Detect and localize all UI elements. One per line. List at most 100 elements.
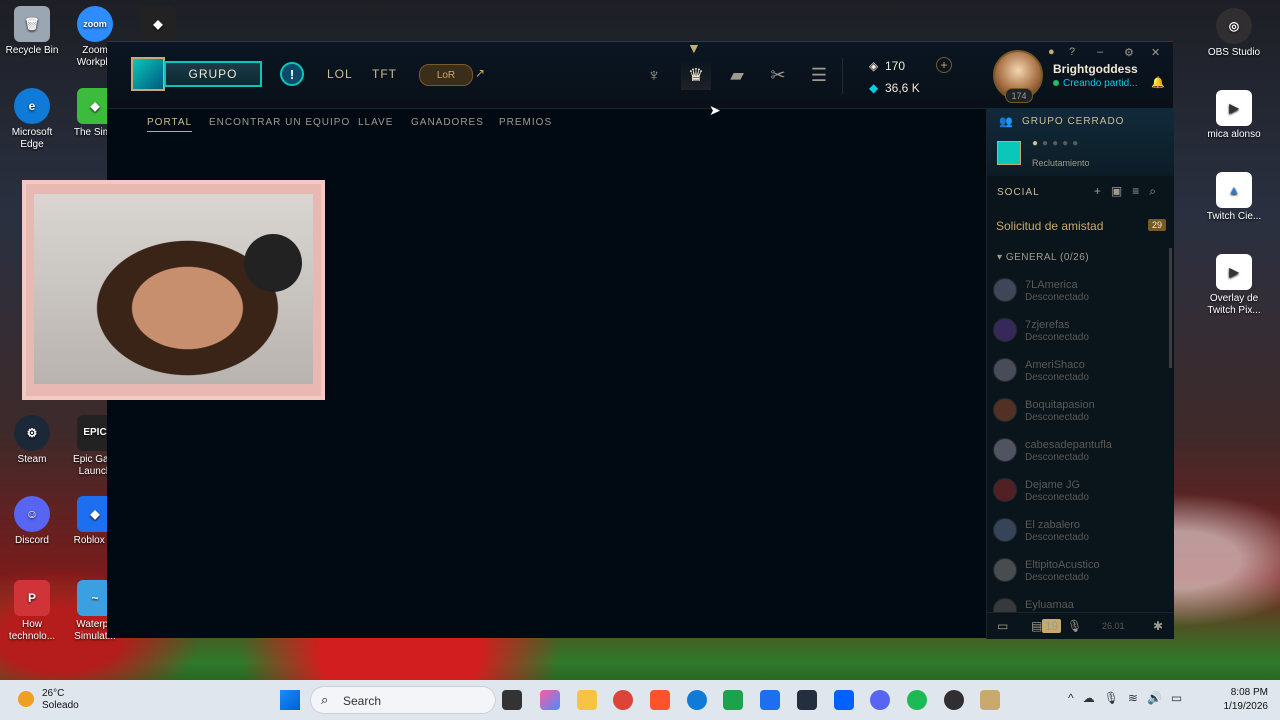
game-pass-icon[interactable]: [723, 690, 743, 710]
chrome-icon[interactable]: [613, 690, 633, 710]
subnav-find-team[interactable]: ENCONTRAR UN EQUIPO: [209, 117, 350, 128]
task-view-icon[interactable]: [502, 690, 522, 710]
friend-row[interactable]: El zabalero Desconectado: [993, 518, 1163, 558]
external-link-icon[interactable]: ↗: [475, 66, 485, 80]
chat-icon[interactable]: ▭: [997, 619, 1008, 633]
friend-name: 7zjerefas: [1025, 319, 1070, 331]
add-folder-icon[interactable]: ▣: [1111, 184, 1132, 198]
clash-icon[interactable]: ♛: [681, 60, 711, 90]
group-button[interactable]: GRUPO: [164, 61, 262, 87]
nav-tft[interactable]: TFT: [372, 67, 397, 81]
edge-desktop-icon[interactable]: e Microsoft Edge: [0, 88, 64, 151]
general-folder[interactable]: ▾ GENERAL (0/26): [997, 252, 1089, 263]
brave-icon[interactable]: [650, 690, 670, 710]
subnav-winners[interactable]: GANADORES: [411, 117, 484, 128]
discord-icon[interactable]: [870, 690, 890, 710]
friend-row[interactable]: 7zjerefas Desconectado: [993, 318, 1163, 358]
buy-rp-button[interactable]: +: [936, 57, 952, 73]
amazon-icon[interactable]: [797, 690, 817, 710]
friend-name: El zabalero: [1025, 519, 1081, 531]
cloud-icon[interactable]: ☁: [1083, 691, 1104, 705]
collection-icon[interactable]: ▰: [722, 60, 752, 90]
settings-icon[interactable]: ✱: [1153, 619, 1163, 633]
minimize-button[interactable]: –: [1097, 46, 1103, 58]
desktop-icon-label: Recycle Bin: [5, 45, 59, 56]
friend-row[interactable]: cabesadepantufla Desconectado: [993, 438, 1163, 478]
wifi-icon[interactable]: ≋: [1128, 691, 1147, 705]
voice-icon[interactable]: 🎙: [1067, 619, 1082, 633]
edge-icon[interactable]: [687, 690, 707, 710]
clock[interactable]: 8:08 PM 1/19/2026: [1224, 686, 1269, 714]
closed-group-card[interactable]: 👥 GRUPO CERRADO ●●●●● Reclutamiento: [987, 108, 1174, 176]
desktop-icon-label: How technolo...: [8, 619, 56, 642]
file-explorer-icon[interactable]: [577, 690, 597, 710]
social-actions: +▣≡⌕: [1094, 184, 1166, 199]
steam-icon: ⚙: [14, 415, 50, 451]
system-tray: ^☁🎙≋🔊▭: [1068, 691, 1191, 705]
chevron-up-icon[interactable]: ^: [1068, 691, 1083, 705]
subnav-portal[interactable]: PORTAL: [147, 117, 193, 132]
obs-icon[interactable]: [944, 690, 964, 710]
friend-row[interactable]: EltipitoAcustico Desconectado: [993, 558, 1163, 598]
dropbox-icon[interactable]: [834, 690, 854, 710]
friend-row[interactable]: Boquitapasion Desconectado: [993, 398, 1163, 438]
close-button[interactable]: ✕: [1151, 46, 1160, 59]
friend-avatar: [993, 478, 1017, 502]
obs-desktop-icon[interactable]: ◎ OBS Studio: [1202, 8, 1266, 59]
friend-status: Desconectado: [1025, 412, 1089, 423]
friend-row[interactable]: 7LAmerica Desconectado: [993, 278, 1163, 318]
chevron-down-icon: ▾: [997, 252, 1006, 263]
search-box[interactable]: ⌕ Search: [310, 686, 496, 714]
friend-row[interactable]: Dejame JG Desconectado: [993, 478, 1163, 518]
alert-icon[interactable]: !: [280, 62, 304, 86]
battery-icon[interactable]: ▭: [1171, 691, 1191, 705]
store-icon[interactable]: ☰: [804, 60, 834, 90]
nav-lor[interactable]: LoR: [419, 64, 473, 86]
group-emblem-icon: [997, 141, 1021, 165]
mica-alonso-desktop-icon[interactable]: ▶ mica alonso: [1202, 90, 1266, 141]
summoner-name[interactable]: Brightgoddess: [1053, 62, 1138, 76]
friend-avatar: [993, 318, 1017, 342]
twitch-cie-desktop-icon[interactable]: ▲ Twitch Cie...: [1202, 172, 1266, 223]
subnav-rewards[interactable]: PREMIOS: [499, 117, 552, 128]
recycle-bin-icon[interactable]: 🗑 Recycle Bin: [0, 6, 64, 57]
subnav-bracket[interactable]: LLAVE: [358, 117, 393, 128]
copilot-icon[interactable]: [540, 690, 560, 710]
nav-lol[interactable]: LOL: [327, 67, 353, 81]
friend-row[interactable]: AmeriShaco Desconectado: [993, 358, 1163, 398]
mouse-cursor-icon: ➤: [709, 102, 721, 118]
search-icon[interactable]: ⌕: [1149, 184, 1166, 198]
steam-desktop-icon[interactable]: ⚙ Steam: [0, 415, 64, 466]
ready-dot-icon: ●: [1048, 46, 1055, 58]
list-icon[interactable]: ≡: [1132, 184, 1149, 198]
start-button[interactable]: [280, 690, 300, 710]
summoner-status[interactable]: Creando partid...: [1053, 78, 1138, 89]
scrollbar[interactable]: [1169, 248, 1172, 368]
mic-icon[interactable]: 🎙: [1104, 691, 1128, 705]
edge-icon: e: [14, 88, 50, 124]
chevron-down-icon: ▼: [687, 40, 701, 56]
add-friend-icon[interactable]: +: [1094, 184, 1111, 198]
notification-bell-icon[interactable]: 🔔: [1151, 76, 1165, 89]
league-client-icon[interactable]: [980, 690, 1000, 710]
friend-name: 7LAmerica: [1025, 279, 1078, 291]
friend-request-link[interactable]: Solicitud de amistad: [996, 219, 1103, 233]
desktop-icon-label: Twitch Cie...: [1206, 211, 1262, 222]
volume-icon[interactable]: 🔊: [1147, 691, 1171, 705]
store-icon[interactable]: [760, 690, 780, 710]
tft-icon[interactable]: ♆: [639, 60, 669, 90]
pdf-icon: P: [14, 580, 50, 616]
discord-desktop-icon[interactable]: ☺ Discord: [0, 496, 64, 547]
friend-name: Dejame JG: [1025, 479, 1081, 491]
status-text: Creando partid...: [1063, 78, 1138, 89]
league-logo-icon[interactable]: [131, 57, 165, 91]
help-button[interactable]: ?: [1069, 46, 1075, 58]
search-placeholder: Search: [343, 694, 382, 708]
roblox-studio-desktop-icon[interactable]: ◆: [126, 6, 190, 45]
messages-icon[interactable]: ▤: [1031, 619, 1042, 633]
spotify-icon[interactable]: [907, 690, 927, 710]
pdf-desktop-icon[interactable]: P How technolo...: [0, 580, 64, 643]
settings-button[interactable]: ⚙: [1124, 46, 1134, 59]
overlay-twitch-desktop-icon[interactable]: ▶ Overlay de Twitch Pix...: [1202, 254, 1266, 317]
loot-icon[interactable]: ✂: [763, 60, 793, 90]
